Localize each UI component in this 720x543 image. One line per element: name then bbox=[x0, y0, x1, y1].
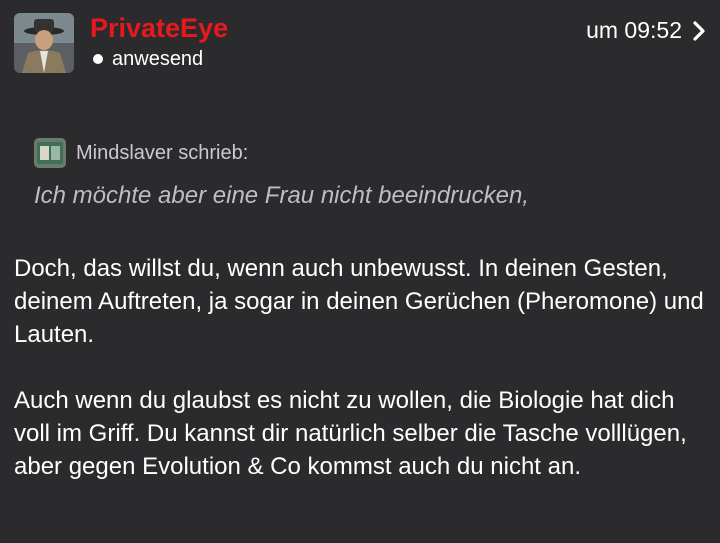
user-avatar[interactable] bbox=[14, 13, 74, 73]
online-status: anwesend bbox=[93, 47, 203, 71]
post-body: Doch, das willst du, wenn auch unbewusst… bbox=[14, 252, 704, 516]
chevron-right-icon[interactable] bbox=[690, 20, 708, 42]
post-header: PrivateEye anwesend um 09:52 bbox=[0, 0, 720, 80]
post-paragraph: Auch wenn du glaubst es nicht zu wollen,… bbox=[14, 387, 687, 480]
post-timestamp[interactable]: um 09:52 bbox=[586, 16, 682, 44]
status-label: anwesend bbox=[112, 48, 204, 70]
quote-author[interactable]: Mindslaver schrieb: bbox=[76, 142, 248, 165]
post-paragraph: Doch, das willst du, wenn auch unbewusst… bbox=[14, 255, 704, 348]
online-dot-icon bbox=[93, 54, 103, 64]
username[interactable]: PrivateEye bbox=[90, 12, 228, 44]
quote-author-row: Mindslaver schrieb: bbox=[34, 137, 700, 169]
quote-block: Mindslaver schrieb: Ich möchte aber eine… bbox=[34, 137, 700, 211]
quote-text: Ich möchte aber eine Frau nicht beeindru… bbox=[34, 182, 529, 209]
quoted-user-avatar[interactable] bbox=[34, 138, 66, 168]
